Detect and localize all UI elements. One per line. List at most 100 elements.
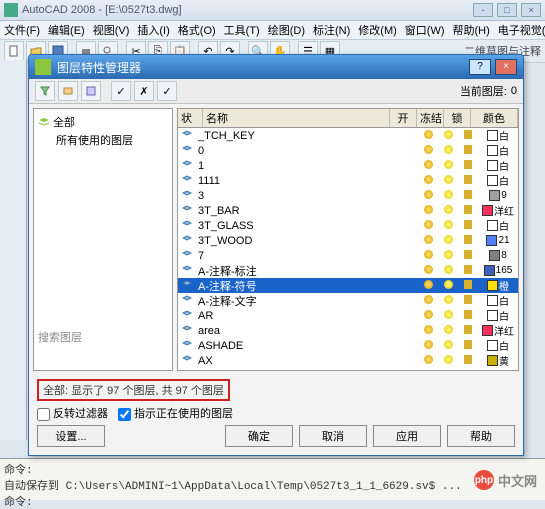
layer-on-icon[interactable] <box>418 190 438 202</box>
grid-body[interactable]: _TCH_KEY白0白1白1111白393T_BAR洋红3T_GLASS白3T_… <box>178 128 518 370</box>
layer-color-swatch[interactable]: 橙 <box>478 278 518 293</box>
layer-color-swatch[interactable]: 白 <box>478 158 518 173</box>
dialog-close-button[interactable]: × <box>495 59 517 75</box>
layer-freeze-icon[interactable] <box>438 325 458 337</box>
layer-color-swatch[interactable]: 黄 <box>478 353 518 368</box>
layer-on-icon[interactable] <box>418 280 438 292</box>
layer-freeze-icon[interactable] <box>438 355 458 367</box>
layer-lock-icon[interactable] <box>458 295 478 307</box>
layer-row[interactable]: A-注释-符号橙 <box>178 278 518 293</box>
delete-layer-icon[interactable]: ✗ <box>134 81 154 101</box>
layer-freeze-icon[interactable] <box>438 340 458 352</box>
ok-button[interactable]: 确定 <box>225 425 293 447</box>
settings-button[interactable]: 设置... <box>37 425 105 447</box>
layer-row[interactable]: A-注释-文字白 <box>178 293 518 308</box>
layer-freeze-icon[interactable] <box>438 160 458 172</box>
set-current-icon[interactable]: ✓ <box>157 81 177 101</box>
layer-color-swatch[interactable]: 白 <box>478 338 518 353</box>
layer-on-icon[interactable] <box>418 130 438 142</box>
layer-lock-icon[interactable] <box>458 235 478 247</box>
tree-used-layers[interactable]: 所有使用的图层 <box>38 131 168 149</box>
help-button[interactable]: 帮助 <box>447 425 515 447</box>
layer-lock-icon[interactable] <box>458 205 478 217</box>
layer-row[interactable]: 1111白 <box>178 173 518 188</box>
layer-color-swatch[interactable]: 白 <box>478 308 518 323</box>
layer-row[interactable]: AR白 <box>178 308 518 323</box>
layer-freeze-icon[interactable] <box>438 130 458 142</box>
command-line[interactable]: 命令: 自动保存到 C:\Users\ADMINI~1\AppData\Loca… <box>0 458 545 500</box>
layer-freeze-icon[interactable] <box>438 310 458 322</box>
maximize-button[interactable]: □ <box>497 3 517 17</box>
menu-file[interactable]: 文件(F) <box>4 22 40 38</box>
layer-on-icon[interactable] <box>418 310 438 322</box>
layer-freeze-icon[interactable] <box>438 250 458 262</box>
layer-on-icon[interactable] <box>418 205 438 217</box>
layer-lock-icon[interactable] <box>458 250 478 262</box>
invert-filter-checkbox[interactable]: 反转过滤器 <box>37 405 108 421</box>
col-freeze[interactable]: 冻结 <box>417 109 444 127</box>
menu-draw[interactable]: 绘图(D) <box>268 22 305 38</box>
layer-freeze-icon[interactable] <box>438 205 458 217</box>
layer-lock-icon[interactable] <box>458 370 478 371</box>
layer-states-icon[interactable] <box>81 81 101 101</box>
layer-row[interactable]: 3T_BAR洋红 <box>178 203 518 218</box>
menu-tools[interactable]: 工具(T) <box>224 22 260 38</box>
layer-row[interactable]: _TCH_KEY白 <box>178 128 518 143</box>
layer-on-icon[interactable] <box>418 355 438 367</box>
layer-lock-icon[interactable] <box>458 130 478 142</box>
cancel-button[interactable]: 取消 <box>299 425 367 447</box>
layer-color-swatch[interactable]: 白 <box>478 173 518 188</box>
layer-lock-icon[interactable] <box>458 325 478 337</box>
layer-lock-icon[interactable] <box>458 355 478 367</box>
layer-freeze-icon[interactable] <box>438 220 458 232</box>
layer-lock-icon[interactable] <box>458 160 478 172</box>
layer-color-swatch[interactable]: 白 <box>478 218 518 233</box>
layer-lock-icon[interactable] <box>458 280 478 292</box>
layer-freeze-icon[interactable] <box>438 145 458 157</box>
layer-on-icon[interactable] <box>418 265 438 277</box>
layer-on-icon[interactable] <box>418 340 438 352</box>
layer-row[interactable]: area洋红 <box>178 323 518 338</box>
layer-on-icon[interactable] <box>418 220 438 232</box>
layer-on-icon[interactable] <box>418 295 438 307</box>
tree-root[interactable]: 全部 <box>38 113 168 131</box>
layer-row[interactable]: 39 <box>178 188 518 203</box>
layer-freeze-icon[interactable] <box>438 235 458 247</box>
apply-button[interactable]: 应用 <box>373 425 441 447</box>
close-button[interactable]: × <box>521 3 541 17</box>
menu-dimension[interactable]: 标注(N) <box>313 22 350 38</box>
menu-edit[interactable]: 编辑(E) <box>48 22 85 38</box>
new-group-icon[interactable] <box>58 81 78 101</box>
layer-row[interactable]: 3T_WOOD21 <box>178 233 518 248</box>
menu-view[interactable]: 视图(V) <box>93 22 130 38</box>
layer-lock-icon[interactable] <box>458 340 478 352</box>
layer-row[interactable]: ASHADE白 <box>178 338 518 353</box>
new-layer-icon[interactable]: ✓ <box>111 81 131 101</box>
layer-on-icon[interactable] <box>418 370 438 371</box>
layer-row[interactable]: 78 <box>178 248 518 263</box>
new-icon[interactable] <box>4 41 24 61</box>
layer-lock-icon[interactable] <box>458 220 478 232</box>
indicate-inuse-checkbox[interactable]: 指示正在使用的图层 <box>118 405 233 421</box>
menu-insert[interactable]: 插入(I) <box>137 22 169 38</box>
layer-on-icon[interactable] <box>418 235 438 247</box>
menu-express[interactable]: 电子视觉(S) <box>498 22 545 38</box>
layer-freeze-icon[interactable] <box>438 175 458 187</box>
layer-color-swatch[interactable]: 9 <box>478 190 518 201</box>
menu-help[interactable]: 帮助(H) <box>453 22 490 38</box>
layer-row[interactable]: A-注释-标注165 <box>178 263 518 278</box>
layer-lock-icon[interactable] <box>458 175 478 187</box>
layer-color-swatch[interactable]: 白 <box>478 143 518 158</box>
minimize-button[interactable]: - <box>473 3 493 17</box>
layer-color-swatch[interactable]: 白 <box>478 293 518 308</box>
menu-format[interactable]: 格式(O) <box>178 22 216 38</box>
layer-color-swatch[interactable]: 21 <box>478 235 518 246</box>
filter-tree[interactable]: 全部 所有使用的图层 搜索图层 <box>33 108 173 371</box>
layer-row[interactable]: 3T_GLASS白 <box>178 218 518 233</box>
layer-freeze-icon[interactable] <box>438 280 458 292</box>
layer-on-icon[interactable] <box>418 145 438 157</box>
dialog-help-button[interactable]: ? <box>469 59 491 75</box>
col-color[interactable]: 颜色 <box>471 109 518 127</box>
layer-freeze-icon[interactable] <box>438 265 458 277</box>
layer-row[interactable]: AXIS145 <box>178 368 518 370</box>
